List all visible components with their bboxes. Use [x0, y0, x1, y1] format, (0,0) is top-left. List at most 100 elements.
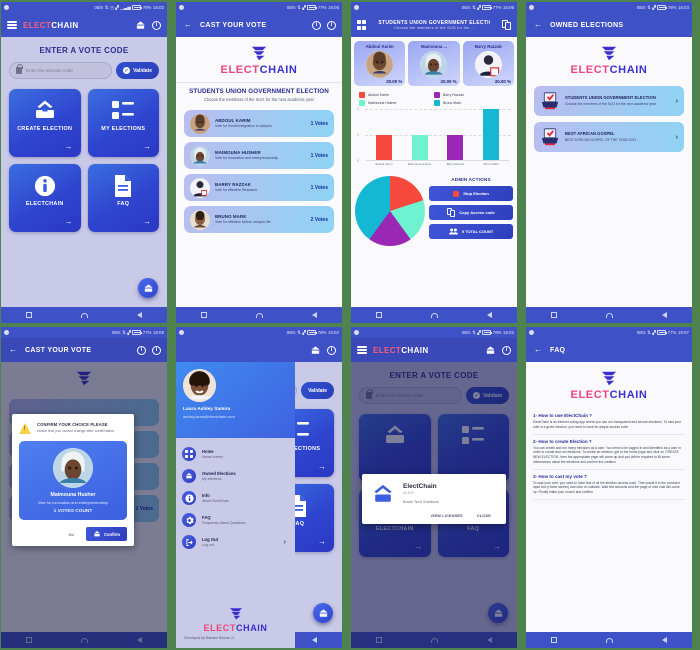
battery-percent: 78% — [142, 5, 152, 10]
network-speed: 0B/s — [111, 330, 121, 335]
user-name: Laura Ashley Samira — [183, 407, 231, 412]
battery-icon — [482, 5, 492, 10]
back-icon[interactable] — [487, 312, 493, 318]
recents-icon[interactable] — [25, 312, 32, 318]
candidate-desc: Vote for Social integration in campus — [215, 124, 272, 129]
faq-question: 1- How to use ElectChain ? — [533, 413, 592, 418]
drawer-item-info[interactable]: Info About ElectChain — [182, 487, 289, 509]
info-icon[interactable]: i — [327, 345, 336, 355]
card-faq[interactable]: FAQ → — [87, 164, 159, 232]
wifi-icon: ▞ — [652, 329, 656, 335]
confirm-button[interactable]: Confirm — [85, 527, 127, 541]
drawer-item-home[interactable]: Home Home screen — [182, 443, 289, 465]
info-icon[interactable]: i — [327, 20, 336, 30]
election-list-item[interactable]: BEST AFRICAN GOSPEL BEST AFRICAN GOSPEL … — [534, 122, 684, 152]
network-speed: 0B/s — [286, 330, 296, 335]
candidate-name: Barry Razzak — [474, 44, 502, 49]
recents-icon[interactable] — [200, 312, 207, 318]
brand-part-2: CHAIN — [236, 623, 268, 633]
profile-icon[interactable] — [134, 19, 146, 31]
back-arrow-icon[interactable]: ← — [532, 344, 544, 356]
total-count-button[interactable]: 5 TOTAL COUNT — [429, 224, 513, 239]
help-icon[interactable]: i — [312, 20, 321, 30]
notification-icon — [4, 330, 9, 335]
candidate-row[interactable]: ABDOUL KARIM Vote for Social integration… — [184, 110, 334, 137]
arrow-icon: → — [143, 142, 151, 151]
back-icon[interactable] — [662, 312, 668, 318]
dashboard-icon[interactable] — [357, 20, 367, 30]
profile-icon[interactable] — [309, 344, 321, 356]
battery-percent: 78% — [667, 5, 677, 10]
legend-swatch — [359, 100, 365, 106]
no-button[interactable]: No — [64, 530, 79, 539]
back-arrow-icon[interactable]: ← — [182, 19, 194, 31]
view-licenses-button[interactable]: VIEW LICENSES — [431, 514, 463, 518]
info-icon[interactable]: i — [502, 345, 511, 355]
recents-icon[interactable] — [550, 637, 557, 643]
recents-icon[interactable] — [550, 312, 557, 318]
back-arrow-icon[interactable]: ← — [7, 344, 19, 356]
back-icon[interactable] — [312, 637, 318, 643]
ballot-box-icon — [541, 128, 559, 146]
page-title-block: STUDENTS UNION GOVERNMENT ELECTION Choos… — [378, 20, 490, 31]
candidate-row[interactable]: BARRY RAZZAK Vote for effective Research… — [184, 174, 334, 201]
brand-part-1: ELECT — [373, 345, 402, 355]
card-my-elections[interactable]: MY ELECTIONS → — [87, 89, 159, 157]
wifi-icon: ▞ — [115, 4, 119, 10]
clock: 16:03 — [678, 5, 689, 10]
back-icon[interactable] — [137, 312, 143, 318]
top-candidate-card[interactable]: Abdoul Karim 20.00 % — [354, 41, 406, 86]
info-icon[interactable]: i — [152, 20, 161, 30]
back-icon[interactable] — [312, 312, 318, 318]
people-icon — [448, 228, 458, 235]
profile-fab[interactable] — [313, 603, 333, 623]
network-speed: 0B/s — [94, 5, 104, 10]
vote-code-input[interactable]: Enter the election code — [9, 62, 113, 79]
profile-icon[interactable] — [484, 344, 496, 356]
status-bar: 0B/s ⇅ ▞ 77% 16:06 — [1, 327, 167, 338]
dialog-subtitle: Notice that you cannot change after conf… — [37, 429, 115, 433]
drawer-item-logout[interactable]: Log Out Log out › — [182, 531, 289, 553]
candidate-row[interactable]: MAIMOUNA HUSHER Vote for innovation and … — [184, 142, 334, 169]
network-speed: 0B/s — [461, 330, 471, 335]
page-title: CAST YOUR VOTE — [200, 21, 267, 29]
close-button[interactable]: CLOSE — [477, 514, 491, 518]
status-bar: 0B/s ⇅ ◷ ▞ ▁▃▅ 78% 16:02 — [1, 2, 167, 13]
stop-election-button[interactable]: Stop Election — [429, 186, 513, 201]
app-bar: ← CAST YOUR VOTE i i — [176, 13, 342, 37]
top-candidate-card[interactable]: Maimouna ... 20.00 % — [408, 41, 460, 86]
home-icon[interactable] — [605, 312, 613, 318]
copy-icon[interactable] — [502, 20, 511, 30]
copy-access-code-button[interactable]: Copy Access code — [429, 205, 513, 220]
drawer-item-owned-elections[interactable]: Owned Elections My elections — [182, 465, 289, 487]
info-icon[interactable]: i — [152, 345, 161, 355]
avatar[interactable] — [183, 369, 216, 402]
sync-icon: ⇅ — [297, 329, 301, 335]
wifi-icon: ▞ — [127, 329, 131, 335]
validate-button[interactable]: Validate — [301, 382, 334, 399]
validate-button[interactable]: ✓ Validate — [116, 62, 159, 79]
faq-entry: 1- How to use ElectChain ? ElectChain is… — [533, 409, 685, 435]
home-icon[interactable] — [80, 312, 88, 318]
profile-fab[interactable] — [138, 278, 158, 298]
help-icon[interactable]: i — [137, 345, 146, 355]
menu-icon[interactable] — [357, 346, 367, 354]
card-electchain-info[interactable]: ELECTCHAIN → — [9, 164, 81, 232]
menu-icon[interactable] — [7, 21, 17, 29]
drawer-item-faq[interactable]: FAQ Frequently Asked Questions — [182, 509, 289, 531]
card-create-election[interactable]: CREATE ELECTION → — [9, 89, 81, 157]
top-candidate-card[interactable]: Barry Razzak 20.00 % — [462, 41, 514, 86]
x-tick-label: Barry Razzak — [446, 162, 465, 166]
x-tick-label: Maimouna Husher — [407, 162, 432, 166]
home-icon[interactable] — [430, 312, 438, 318]
recents-icon[interactable] — [375, 312, 382, 318]
drawer-item-label: Home — [202, 449, 214, 454]
drawer-item-label: Owned Elections — [202, 471, 236, 476]
election-list-item[interactable]: STUDENTS UNION GOVERNMENT ELECTION Choos… — [534, 86, 684, 116]
candidate-row[interactable]: BRUNO MARK Vote for effective before cam… — [184, 206, 334, 233]
home-icon[interactable] — [255, 312, 263, 318]
back-icon[interactable] — [662, 637, 668, 643]
phone-about-dialog: 0B/s ⇅ ▞ 78% 16:02 ELECTCHAIN i ElectCha… — [350, 325, 525, 650]
home-icon[interactable] — [605, 637, 613, 643]
back-arrow-icon[interactable]: ← — [532, 19, 544, 31]
